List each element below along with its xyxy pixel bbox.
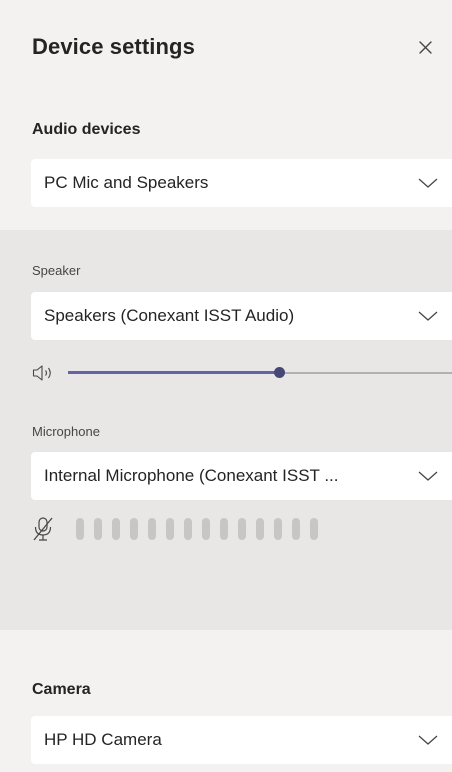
speaker-volume-icon (32, 365, 51, 381)
microphone-level-bar (112, 518, 120, 540)
volume-slider-fill (68, 371, 279, 374)
chevron-down-icon (418, 178, 438, 188)
microphone-level-bar (292, 518, 300, 540)
microphone-selected: Internal Microphone (Conexant ISST ... (44, 466, 339, 485)
microphone-level-bar (256, 518, 264, 540)
chevron-down-icon (418, 735, 438, 745)
microphone-dropdown[interactable]: Internal Microphone (Conexant ISST ... (31, 452, 452, 500)
camera-dropdown[interactable]: HP HD Camera (31, 716, 452, 764)
close-button[interactable] (414, 36, 438, 60)
microphone-level-bar (76, 518, 84, 540)
microphone-level-bar (202, 518, 210, 540)
chevron-down-icon (418, 311, 438, 321)
microphone-level-bar (310, 518, 318, 540)
microphone-level-bar (94, 518, 102, 540)
chevron-down-icon (418, 471, 438, 481)
audio-devices-dropdown[interactable]: PC Mic and Speakers (31, 159, 452, 207)
speaker-selected: Speakers (Conexant ISST Audio) (44, 306, 295, 325)
speaker-label: Speaker (32, 263, 81, 278)
microphone-level-bar (148, 518, 156, 540)
audio-devices-heading: Audio devices (32, 121, 141, 138)
camera-selected: HP HD Camera (44, 730, 162, 749)
microphone-level-bar (220, 518, 228, 540)
audio-devices-selected: PC Mic and Speakers (44, 173, 209, 192)
volume-slider-thumb[interactable] (274, 367, 285, 378)
speaker-dropdown[interactable]: Speakers (Conexant ISST Audio) (31, 292, 452, 340)
microphone-level-bar (274, 518, 282, 540)
microphone-level-bar (166, 518, 174, 540)
microphone-level-bar (238, 518, 246, 540)
microphone-off-icon (33, 517, 53, 541)
microphone-level-row (32, 515, 362, 543)
microphone-level-bar (184, 518, 192, 540)
panel-title: Device settings (32, 34, 195, 59)
microphone-label: Microphone (32, 424, 100, 439)
device-settings-panel: Device settings Audio devices PC Mic and… (0, 0, 452, 772)
close-icon (419, 41, 432, 54)
speaker-volume-row (32, 362, 452, 384)
camera-heading: Camera (32, 681, 91, 698)
microphone-level-bar (130, 518, 138, 540)
